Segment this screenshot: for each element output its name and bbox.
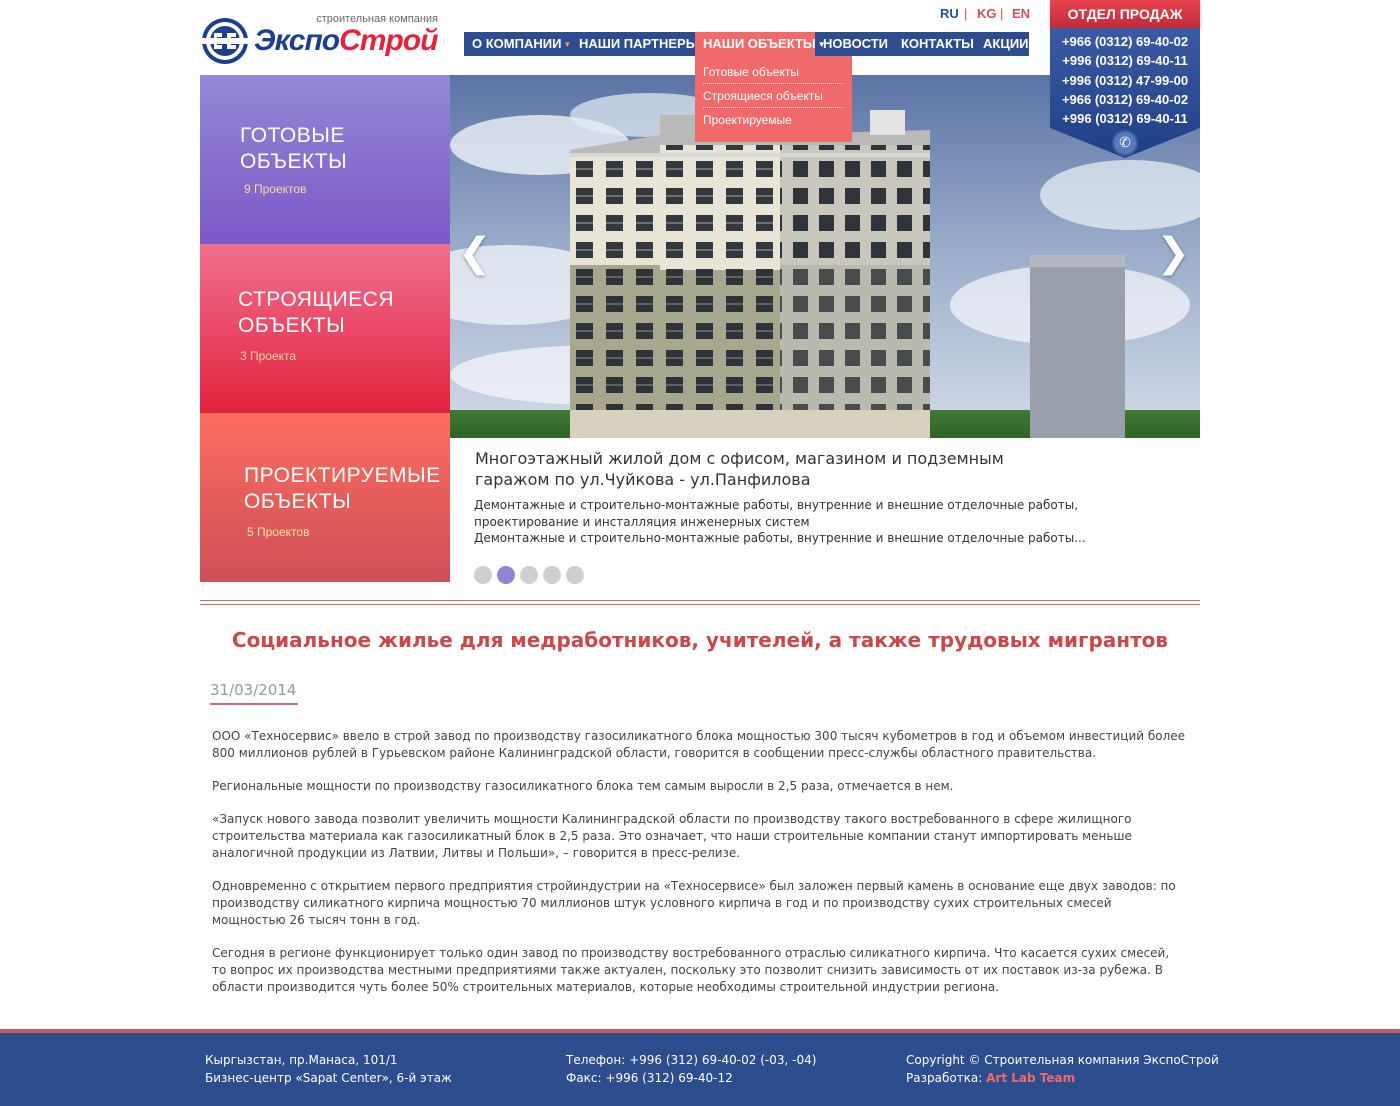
nav-item-company[interactable]: О КОМПАНИИ ▼	[464, 32, 571, 56]
category-tile-under-construction[interactable]: СТРОЯЩИЕСЯ ОБЪЕКТЫ 3 Проекта	[200, 244, 450, 413]
section-divider	[200, 600, 1200, 605]
nav-item-news[interactable]: НОВОСТИ	[815, 32, 893, 56]
slider-pagination	[474, 566, 589, 584]
lang-separator: |	[1000, 6, 1004, 21]
footer-address-line: Бизнес-центр «Sapat Center», 6-й этаж	[205, 1071, 452, 1085]
tile-count: 9 Проектов	[244, 182, 307, 196]
footer-contacts: Телефон: +996 (312) 69-40-02 (-03, -04) …	[566, 1051, 816, 1087]
slider-dot-active[interactable]	[497, 566, 515, 584]
footer-phone: Телефон: +996 (312) 69-40-02 (-03, -04)	[566, 1053, 817, 1067]
footer-developer: Разработка: Art Lab Team	[906, 1069, 1219, 1087]
sales-panel-body: +966 (0312) 69-40-02 +996 (0312) 69-40-1…	[1050, 28, 1200, 160]
tile-count: 3 Проекта	[240, 349, 297, 363]
sales-phone[interactable]: +966 (0312) 69-40-02	[1050, 90, 1200, 109]
slider-next-button[interactable]: ❯	[1156, 230, 1190, 276]
article-paragraph: «Запуск нового завода позволит увеличить…	[212, 812, 1132, 860]
article-paragraph: Одновременно с открытием первого предпри…	[212, 879, 1176, 927]
footer-address-line: Кыргызстан, пр.Манаса, 101/1	[205, 1053, 398, 1067]
slide-title[interactable]: Многоэтажный жилой дом с офисом, магазин…	[475, 448, 1075, 490]
slide-description: Демонтажные и строительно-монтажные рабо…	[474, 497, 1164, 547]
nav-item-objects[interactable]: НАШИ ОБЪЕКТЫ ▼	[695, 32, 826, 56]
article-paragraph: ООО «Техносервис» ввело в строй завод по…	[212, 729, 1186, 760]
slider-prev-button[interactable]: ❮	[458, 230, 492, 276]
dropdown-item-finished[interactable]: Готовые объекты	[703, 60, 844, 84]
nav-item-label: КОНТАКТЫ	[901, 36, 974, 51]
logo-emblem-icon	[200, 18, 250, 64]
footer-copyright: Copyright © Строительная компания ЭкспоС…	[906, 1051, 1219, 1087]
article-body: ООО «Техносервис» ввело в строй завод по…	[212, 728, 1187, 1012]
slider-dot[interactable]	[566, 566, 584, 584]
sales-department-panel: ОТДЕЛ ПРОДАЖ +966 (0312) 69-40-02 +996 (…	[1050, 0, 1200, 160]
nav-item-label: НОВОСТИ	[823, 36, 889, 51]
article-paragraph: Региональные мощности по производству га…	[212, 779, 954, 793]
footer-developer-label: Разработка:	[906, 1071, 987, 1085]
main-nav: О КОМПАНИИ ▼ НАШИ ПАРТНЕРЫ НАШИ ОБЪЕКТЫ ▼ …	[464, 32, 1029, 56]
logo-name-part1: Экспо	[254, 24, 340, 57]
article-date: 31/03/2014	[210, 681, 298, 705]
sales-phone[interactable]: +966 (0312) 69-40-02	[1050, 32, 1200, 51]
lang-kg-link[interactable]: KG	[977, 6, 997, 21]
sales-phone-list: +966 (0312) 69-40-02 +996 (0312) 69-40-1…	[1050, 32, 1200, 128]
nav-item-partners[interactable]: НАШИ ПАРТНЕРЫ	[571, 32, 699, 56]
nav-item-label: НАШИ ОБЪЕКТЫ	[703, 36, 816, 51]
dropdown-item-under-construction[interactable]: Строящиеся объекты	[703, 84, 844, 108]
article-title: Социальное жилье для медработников, учит…	[231, 628, 1169, 652]
developer-link[interactable]: Art Lab Team	[986, 1071, 1075, 1085]
tile-title: ГОТОВЫЕ ОБЪЕКТЫ	[240, 124, 348, 173]
slider-dot[interactable]	[543, 566, 561, 584]
slide-description-line: Демонтажные и строительно-монтажные рабо…	[474, 531, 1086, 545]
dropdown-item-planned[interactable]: Проектируемые	[703, 108, 844, 132]
logo-name: ЭкспоСтрой	[254, 24, 438, 58]
nav-item-label: НАШИ ПАРТНЕРЫ	[579, 36, 699, 51]
nav-item-label: О КОМПАНИИ	[472, 36, 562, 51]
objects-dropdown-menu: Готовые объекты Строящиеся объекты Проек…	[695, 56, 852, 142]
sales-phone[interactable]: +996 (0312) 47-99-00	[1050, 71, 1200, 90]
tile-title: СТРОЯЩИЕСЯ ОБЪЕКТЫ	[238, 288, 394, 337]
sales-panel-title: ОТДЕЛ ПРОДАЖ	[1050, 0, 1200, 28]
slider-dot[interactable]	[520, 566, 538, 584]
logo-name-part2: Строй	[339, 24, 438, 57]
lang-en-link[interactable]: EN	[1012, 6, 1030, 21]
category-tile-planned[interactable]: ПРОЕКТИРУЕМЫЕ ОБЪЕКТЫ 5 Проектов	[200, 413, 450, 582]
article-paragraph: Сегодня в регионе функционирует только о…	[212, 946, 1170, 994]
tile-count: 5 Проектов	[247, 525, 310, 539]
lang-ru-link[interactable]: RU	[940, 6, 959, 21]
slider-dot[interactable]	[474, 566, 492, 584]
sales-phone[interactable]: +996 (0312) 69-40-11	[1050, 109, 1200, 128]
slide-description-line: Демонтажные и строительно-монтажные рабо…	[474, 498, 1079, 529]
nav-item-contacts[interactable]: КОНТАКТЫ	[893, 32, 975, 56]
nav-item-label: АКЦИИ	[983, 36, 1029, 51]
nav-item-promotions[interactable]: АКЦИИ	[975, 32, 1029, 56]
company-logo[interactable]: строительная компания ЭкспоСтрой	[200, 12, 445, 70]
lang-separator: |	[964, 6, 968, 21]
site-footer: Кыргызстан, пр.Манаса, 101/1 Бизнес-цент…	[0, 1029, 1400, 1106]
footer-copyright-text: Copyright © Строительная компания ЭкспоС…	[906, 1053, 1219, 1067]
footer-fax: Факс: +996 (312) 69-40-12	[566, 1071, 733, 1085]
phone-icon[interactable]: ✆	[1112, 130, 1138, 156]
tile-title: ПРОЕКТИРУЕМЫЕ ОБЪЕКТЫ	[244, 464, 441, 513]
footer-address: Кыргызстан, пр.Манаса, 101/1 Бизнес-цент…	[205, 1051, 452, 1087]
category-tile-finished[interactable]: ГОТОВЫЕ ОБЪЕКТЫ 9 Проектов	[200, 75, 450, 244]
sales-phone[interactable]: +996 (0312) 69-40-11	[1050, 51, 1200, 70]
